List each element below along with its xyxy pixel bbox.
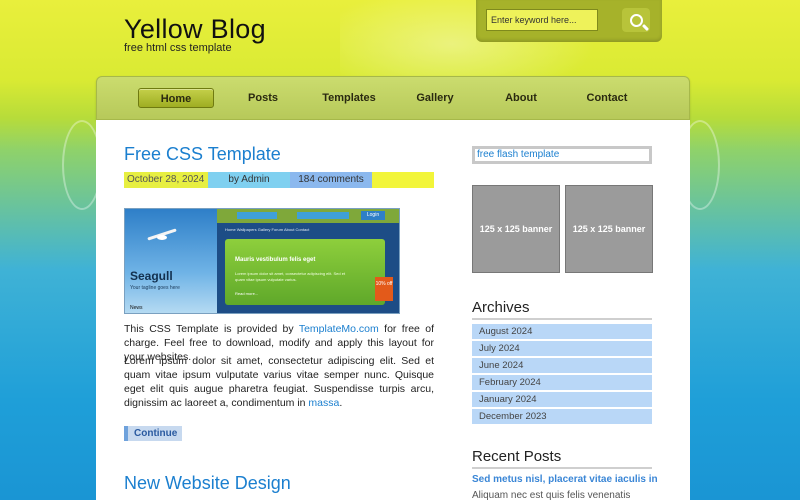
- preview-badge: 10% off: [375, 277, 393, 301]
- content-area: Free CSS Template October 28, 2024 by Ad…: [96, 120, 690, 500]
- preview-field-password: [297, 212, 349, 219]
- image-caption: Seagull: [130, 269, 173, 283]
- banner-ad-1[interactable]: 125 x 125 banner: [472, 185, 560, 273]
- archive-item[interactable]: June 2024: [472, 358, 652, 373]
- archives-heading: Archives: [472, 299, 652, 320]
- post-image: Seagull Your tagline goes here News Logi…: [124, 208, 400, 314]
- post-paragraph-2: Lorem ipsum dolor sit amet, consectetur …: [124, 354, 434, 410]
- search-input[interactable]: [486, 9, 598, 31]
- post-meta: October 28, 2024 by Admin 184 comments: [124, 172, 434, 188]
- site-title: Yellow Blog: [124, 14, 266, 44]
- nav-item-contact[interactable]: Contact: [567, 88, 647, 108]
- post-comments-link[interactable]: 184 comments: [290, 172, 372, 188]
- archive-item[interactable]: February 2024: [472, 375, 652, 390]
- meta-fill-bar: [372, 172, 434, 188]
- archive-item[interactable]: August 2024: [472, 324, 652, 339]
- preview-menu: Home Wallpapers Gallery Forum About Cont…: [225, 227, 310, 232]
- search-box: [476, 0, 662, 42]
- image-sky-panel: Seagull Your tagline goes here News: [125, 209, 217, 313]
- banner-ad-2[interactable]: 125 x 125 banner: [565, 185, 653, 273]
- templatemo-link[interactable]: TemplateMo.com: [299, 323, 379, 335]
- nav-item-about[interactable]: About: [481, 88, 561, 108]
- post-date: October 28, 2024: [124, 172, 208, 188]
- nav-item-gallery[interactable]: Gallery: [395, 88, 475, 108]
- flash-template-link[interactable]: free flash template: [472, 146, 652, 164]
- preview-login-button: Login: [361, 211, 385, 220]
- archive-item[interactable]: December 2023: [472, 409, 652, 424]
- nav-item-templates[interactable]: Templates: [309, 88, 389, 108]
- image-layout-preview: Login Home Wallpapers Gallery Forum Abou…: [217, 209, 399, 313]
- post-title-2[interactable]: New Website Design: [124, 473, 291, 494]
- recent-post-link[interactable]: Sed metus nisl, placerat vitae iaculis i…: [472, 474, 658, 485]
- search-icon: [629, 13, 643, 27]
- main-navigation: Home Posts Templates Gallery About Conta…: [96, 76, 690, 120]
- massa-link[interactable]: massa: [308, 397, 339, 409]
- preview-panel-title: Mauris vestibulum felis eget: [235, 257, 316, 263]
- preview-panel: Mauris vestibulum felis eget Lorem ipsum…: [225, 239, 393, 305]
- paragraph-text: This CSS Template is provided by: [124, 323, 299, 335]
- recent-post-excerpt: Aliquam nec est quis felis venenatis: [472, 490, 631, 500]
- preview-panel-more: Read more...: [235, 291, 259, 296]
- post-author[interactable]: by Admin: [208, 172, 290, 188]
- image-caption-sub: Your tagline goes here: [130, 285, 180, 291]
- seagull-icon: [143, 227, 183, 245]
- post-title[interactable]: Free CSS Template: [124, 144, 281, 165]
- recent-posts-heading: Recent Posts: [472, 448, 652, 469]
- preview-field-username: [237, 212, 277, 219]
- image-news-label: News: [130, 305, 143, 311]
- preview-topbar: Login: [217, 209, 399, 223]
- paragraph-text: .: [339, 397, 343, 409]
- continue-button[interactable]: Continue: [124, 426, 182, 441]
- paragraph-text: Lorem ipsum dolor sit amet, consectetur …: [124, 355, 434, 409]
- site-tagline: free html css template: [124, 42, 232, 54]
- preview-panel-text: Lorem ipsum dolor sit amet, consectetur …: [235, 271, 346, 282]
- nav-item-home[interactable]: Home: [138, 88, 214, 108]
- search-button[interactable]: [622, 8, 650, 32]
- archive-item[interactable]: July 2024: [472, 341, 652, 356]
- archive-item[interactable]: January 2024: [472, 392, 652, 407]
- nav-item-posts[interactable]: Posts: [223, 88, 303, 108]
